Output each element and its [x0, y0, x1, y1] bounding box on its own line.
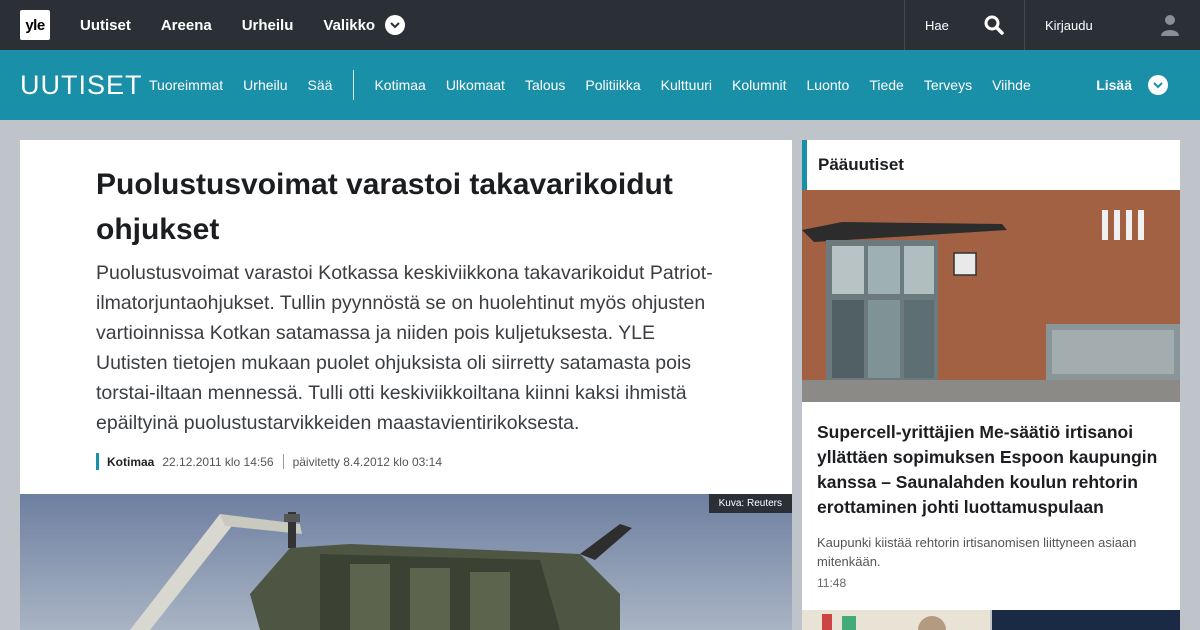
- section-nav-kolumnit[interactable]: Kolumnit: [732, 77, 786, 93]
- chevron-down-icon: [1148, 75, 1168, 95]
- thumbnail-image: [802, 610, 990, 630]
- article-photo: Kuva: Reuters: [20, 494, 792, 630]
- more-sections-button[interactable]: Lisää: [1096, 50, 1168, 120]
- photo-credit: Kuva: Reuters: [708, 494, 792, 513]
- news-thumbnail[interactable]: [802, 610, 990, 630]
- login-button[interactable]: Kirjaudu: [1024, 0, 1200, 50]
- top-news-image[interactable]: [802, 190, 1180, 402]
- section-nav-viihde[interactable]: Viihde: [992, 77, 1031, 93]
- valikko-menu-button[interactable]: Valikko: [323, 15, 406, 35]
- section-nav-luonto[interactable]: Luonto: [807, 77, 850, 93]
- top-news-panel: Pääuutiset Supercell-yrittäjien Me-sääti…: [802, 140, 1180, 610]
- top-nav-areena[interactable]: Areena: [161, 17, 212, 34]
- search-icon: [984, 15, 1004, 35]
- top-news-heading: Pääuutiset: [802, 140, 1180, 190]
- top-news-time: 11:48: [817, 576, 847, 590]
- top-news-summary: Kaupunki kiistää rehtorin irtisanomisen …: [817, 535, 1137, 569]
- section-nav-talous[interactable]: Talous: [525, 77, 565, 93]
- section-nav-tiede[interactable]: Tiede: [869, 77, 904, 93]
- user-icon: [1161, 15, 1179, 36]
- section-bar: UUTISET Tuoreimmat Urheilu Sää Kotimaa U…: [0, 50, 1200, 120]
- news-thumbnail[interactable]: [992, 610, 1180, 630]
- valikko-label: Valikko: [323, 16, 376, 34]
- section-nav-saa[interactable]: Sää: [308, 77, 333, 93]
- section-nav: Tuoreimmat Urheilu Sää Kotimaa Ulkomaat …: [149, 50, 1051, 120]
- section-nav-kulttuuri[interactable]: Kulttuuri: [661, 77, 712, 93]
- article-meta: Kotimaa 22.12.2011 klo 14:56 päivitetty …: [96, 453, 442, 470]
- missile-launcher-image: [20, 494, 792, 630]
- article-lead: Puolustusvoimat varastoi Kotkassa keskiv…: [96, 262, 713, 434]
- section-nav-ulkomaat[interactable]: Ulkomaat: [446, 77, 505, 93]
- section-nav-kotimaa[interactable]: Kotimaa: [374, 77, 425, 93]
- yle-logo[interactable]: yle: [20, 10, 50, 40]
- main-article: Puolustusvoimat varastoi takavarikoidut …: [20, 140, 792, 494]
- more-label: Lisää: [1096, 77, 1132, 93]
- section-nav-divider: [353, 70, 355, 100]
- school-building-image: [802, 190, 1180, 402]
- article-title: Puolustusvoimat varastoi takavarikoidut …: [96, 168, 673, 246]
- section-nav-terveys[interactable]: Terveys: [924, 77, 972, 93]
- search-label: Hae: [925, 17, 949, 33]
- login-label: Kirjaudu: [1045, 17, 1093, 33]
- next-news-thumbnails: [802, 610, 1180, 630]
- chevron-down-icon: [385, 15, 406, 35]
- article-published: 22.12.2011 klo 14:56: [162, 454, 274, 469]
- top-right-tools: Hae Kirjaudu: [904, 0, 1200, 50]
- uutiset-logo[interactable]: UUTISET: [20, 70, 143, 101]
- category-marker: [96, 453, 99, 470]
- section-nav-urheilu[interactable]: Urheilu: [243, 77, 287, 93]
- top-nav-uutiset[interactable]: Uutiset: [80, 17, 131, 34]
- top-nav-urheilu[interactable]: Urheilu: [242, 17, 294, 34]
- top-nav: Uutiset Areena Urheilu Valikko: [80, 0, 435, 50]
- meta-separator: [282, 454, 284, 469]
- top-news-headline[interactable]: Supercell-yrittäjien Me-säätiö irtisanoi…: [817, 420, 1162, 520]
- search-button[interactable]: Hae: [904, 0, 1024, 50]
- top-bar: yle Uutiset Areena Urheilu Valikko Hae K…: [0, 0, 1200, 50]
- section-nav-tuoreimmat[interactable]: Tuoreimmat: [149, 77, 223, 93]
- article-category[interactable]: Kotimaa: [107, 455, 154, 469]
- article-updated: päivitetty 8.4.2012 klo 03:14: [292, 454, 442, 469]
- section-nav-politiikka[interactable]: Politiikka: [585, 77, 640, 93]
